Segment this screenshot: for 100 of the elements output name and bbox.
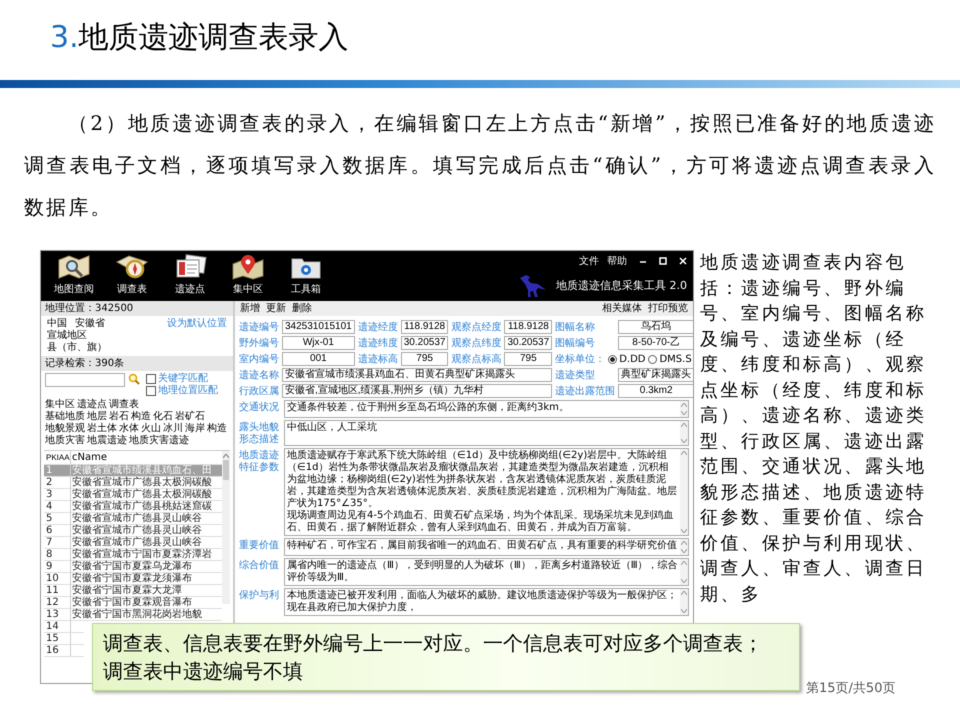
- action-button[interactable]: 打印预览: [648, 302, 688, 315]
- category-link[interactable]: 遗迹点: [77, 399, 107, 411]
- input-field[interactable]: 0.3km2: [618, 384, 693, 398]
- text-area[interactable]: 属省内唯一的遗迹点（Ⅲ），受到明显的人为破坏（Ⅲ），距离乡村道路较近（Ⅲ），综合评价等级为Ⅲ。: [284, 558, 689, 586]
- input-field[interactable]: 30.20537: [400, 336, 448, 350]
- input-field[interactable]: 795: [504, 352, 552, 366]
- toolbar-button[interactable]: 工具箱: [279, 251, 333, 301]
- input-field[interactable]: 安徽省宣城市绩溪县鸡血石、田黄石典型矿床揭露头: [282, 368, 552, 382]
- table-row[interactable]: 7 安徽省宣城市广德县灵山峡谷: [44, 537, 222, 549]
- search-field[interactable]: [45, 373, 125, 387]
- text-area[interactable]: 中低山区，人工采坑: [284, 420, 689, 446]
- category-link[interactable]: 海岸: [185, 423, 205, 435]
- scroll-down-icon[interactable]: [681, 439, 687, 443]
- category-link[interactable]: 地貌景观: [45, 423, 85, 435]
- toolbar-button[interactable]: 调查表: [105, 251, 159, 301]
- scroll-up-icon[interactable]: [681, 591, 687, 595]
- table-row[interactable]: 9 安徽省宁国市夏霖乌龙瀑布: [44, 561, 222, 573]
- table-row[interactable]: 13 安徽省宁国市黑洞花岗岩地貌: [44, 609, 222, 621]
- table-row[interactable]: 14: [44, 621, 84, 633]
- scrollbar[interactable]: [680, 421, 688, 445]
- table-row[interactable]: 2 安徽省宣城市广德县太极洞碳酸: [44, 477, 222, 489]
- column-header[interactable]: cName: [71, 451, 107, 464]
- text-area[interactable]: 本地质遗迹已被开发利用，面临人为破坏的威胁。建议地质遗迹保护等级为一般保护区；现在县政府已加大保护力度，: [284, 588, 689, 616]
- input-field[interactable]: 795: [400, 352, 448, 366]
- input-field[interactable]: 118.9128: [400, 320, 448, 334]
- checkbox[interactable]: [146, 386, 156, 396]
- category-link[interactable]: 火山: [141, 423, 161, 435]
- table-row[interactable]: 12 安徽省宁国市夏霖观音瀑布: [44, 597, 222, 609]
- toolbar-button[interactable]: 集中区: [221, 251, 275, 301]
- category-link[interactable]: 岩石: [109, 411, 129, 423]
- table-row[interactable]: 6 安徽省宣城市广德县灵山峡谷: [44, 525, 222, 537]
- scrollbar[interactable]: [680, 559, 688, 585]
- menu-item[interactable]: 帮助: [607, 254, 627, 268]
- checkbox-label[interactable]: 地理位置匹配: [158, 385, 218, 396]
- scroll-up-icon[interactable]: [223, 454, 229, 458]
- scroll-down-icon[interactable]: [681, 529, 687, 533]
- radio-label[interactable]: DMS.S: [659, 354, 692, 364]
- text-area[interactable]: 特种矿石，可作宝石，属目前我省唯一的鸡血石、田黄石矿点，具有重要的科学研究价值: [284, 538, 689, 556]
- scrollbar[interactable]: [680, 401, 688, 417]
- category-link[interactable]: 水体: [119, 423, 139, 435]
- category-link[interactable]: 化石: [153, 411, 173, 423]
- input-field[interactable]: 001: [282, 352, 355, 366]
- category-link[interactable]: 构造: [207, 423, 227, 435]
- scroll-up-icon[interactable]: [681, 541, 687, 545]
- menu-item[interactable]: 文件: [579, 254, 599, 268]
- category-link[interactable]: 岩矿石: [175, 411, 205, 423]
- scroll-up-icon[interactable]: [681, 403, 687, 407]
- checkbox-label[interactable]: 关键字匹配: [158, 373, 208, 384]
- category-link[interactable]: 地质灾害: [45, 435, 85, 447]
- input-field[interactable]: 30.20537: [504, 336, 552, 350]
- text-area[interactable]: 交通条件较差，位于荆州乡至岛石坞公路的东侧，距离约3km。: [284, 400, 689, 418]
- table-row[interactable]: 4 安徽省宣城市广德县桃姑迷窟碳: [44, 501, 222, 513]
- input-field[interactable]: Wjx-01: [282, 336, 355, 350]
- input-field[interactable]: 118.9128: [504, 320, 552, 334]
- category-link[interactable]: 构造: [131, 411, 151, 423]
- set-default-link[interactable]: 设为默认位置: [167, 318, 227, 330]
- category-link[interactable]: 地层: [87, 411, 107, 423]
- radio-button[interactable]: [608, 354, 618, 364]
- table-row[interactable]: 10 安徽省宁国市夏霖龙须瀑布: [44, 573, 222, 585]
- table-row[interactable]: 16: [44, 645, 84, 657]
- table-row[interactable]: 11 安徽省宁国市夏霖大龙潭: [44, 585, 222, 597]
- action-button[interactable]: 删除: [292, 302, 312, 315]
- category-link[interactable]: 调查表: [109, 399, 139, 411]
- scroll-down-icon[interactable]: [681, 579, 687, 583]
- scroll-up-icon[interactable]: [681, 451, 687, 455]
- category-link[interactable]: 地质灾害遗迹: [129, 435, 189, 447]
- search-icon[interactable]: [128, 373, 140, 385]
- input-field[interactable]: 鸟石坞: [618, 320, 693, 334]
- scroll-down-icon[interactable]: [681, 609, 687, 613]
- table-row[interactable]: 8 安徽省宣城市宁国市夏霖济潭岩: [44, 549, 222, 561]
- toolbar-button[interactable]: 遗迹点: [163, 251, 217, 301]
- scrollbar-thumb[interactable]: [223, 460, 229, 480]
- action-button[interactable]: 相关媒体: [602, 302, 642, 315]
- table-row[interactable]: 3 安徽省宣城市广德县太极洞碳酸: [44, 489, 222, 501]
- category-link[interactable]: 基础地质: [45, 411, 85, 423]
- scroll-up-icon[interactable]: [681, 561, 687, 565]
- scrollbar[interactable]: [680, 449, 688, 535]
- scrollbar[interactable]: [680, 589, 688, 615]
- scroll-down-icon[interactable]: [681, 411, 687, 415]
- checkbox[interactable]: [146, 374, 156, 384]
- scrollbar[interactable]: [680, 539, 688, 555]
- table-row[interactable]: 5 安徽省宣城市广德县灵山峡谷: [44, 513, 222, 525]
- action-button[interactable]: 更新: [266, 302, 286, 315]
- input-field[interactable]: 8-50-70-乙: [618, 336, 693, 350]
- toolbar-button[interactable]: 地图查阅: [47, 251, 101, 301]
- input-field[interactable]: 安徽省,宣城地区,绩溪县,荆州乡（镇）九华村: [282, 384, 552, 398]
- radio-label[interactable]: D.DD: [619, 354, 646, 364]
- category-link[interactable]: 集中区: [45, 399, 75, 411]
- maximize-icon[interactable]: [659, 257, 667, 265]
- scroll-down-icon[interactable]: [681, 549, 687, 553]
- category-link[interactable]: 冰川: [163, 423, 183, 435]
- category-link[interactable]: 地震遗迹: [87, 435, 127, 447]
- text-area[interactable]: [284, 448, 689, 536]
- close-icon[interactable]: [679, 257, 687, 265]
- radio-button[interactable]: [648, 354, 658, 364]
- scrollbar[interactable]: [222, 451, 230, 604]
- input-field[interactable]: 典型矿床揭露头: [618, 368, 693, 382]
- action-button[interactable]: 新增: [240, 302, 260, 315]
- column-header[interactable]: PKIAA: [44, 451, 71, 464]
- category-link[interactable]: 岩土体: [87, 423, 117, 435]
